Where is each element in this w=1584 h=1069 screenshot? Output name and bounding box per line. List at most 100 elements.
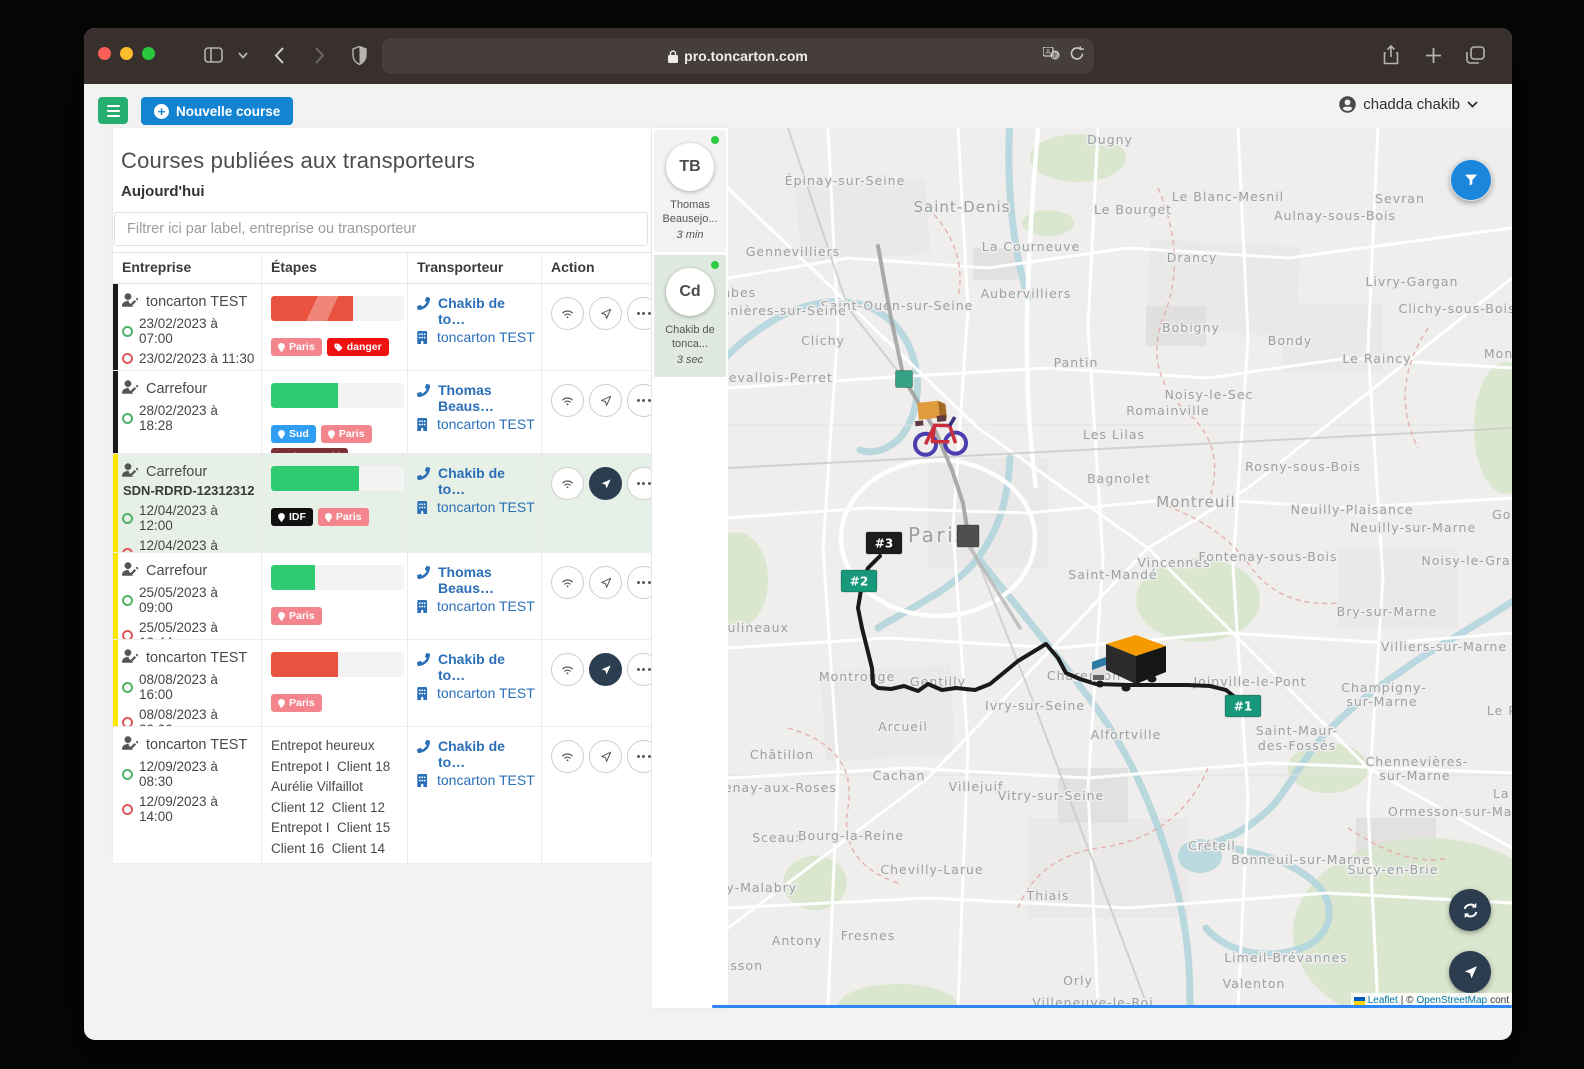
share-icon[interactable] <box>1378 42 1404 68</box>
tracking-signal-button[interactable] <box>551 384 584 417</box>
more-options-button[interactable] <box>627 653 651 686</box>
carrier-phone-link[interactable]: Chakib de to… <box>417 295 535 327</box>
phone-icon <box>417 564 430 582</box>
company-name: Carrefour <box>146 381 207 397</box>
close-window-button[interactable] <box>98 47 111 60</box>
tag-badge: Paris <box>271 694 322 712</box>
course-row[interactable]: CarrefourSDN-RDRD-1231231212/04/2023 à 1… <box>113 454 651 553</box>
tabs-overview-icon[interactable] <box>1462 42 1488 68</box>
user-menu[interactable]: chadda chakib <box>1339 96 1478 113</box>
end-status-icon <box>122 804 133 815</box>
minimize-window-button[interactable] <box>120 47 133 60</box>
company-name: toncarton TEST <box>146 294 247 310</box>
map-town-label: Le Blanc-Mesnil <box>1172 189 1284 204</box>
new-tab-icon[interactable] <box>1420 42 1446 68</box>
map-square-marker[interactable] <box>896 371 913 388</box>
user-icon <box>1339 96 1356 113</box>
map-filter-button[interactable] <box>1450 159 1492 201</box>
course-date: 12/09/2023 à 08:30 <box>122 759 255 789</box>
tag-badge: Sud <box>271 425 316 443</box>
navigate-button[interactable] <box>589 740 622 773</box>
stop-marker-3[interactable]: #3 <box>866 532 902 554</box>
map-square-marker[interactable] <box>957 525 979 547</box>
driver-eta: 3 min <box>654 229 726 241</box>
reload-icon[interactable] <box>1070 46 1084 64</box>
map-locate-button[interactable] <box>1449 951 1491 993</box>
chevron-down-icon[interactable] <box>230 42 256 68</box>
more-options-button[interactable] <box>627 467 651 500</box>
map-town-label: Le Bourget <box>1094 202 1172 217</box>
start-status-icon <box>122 413 133 424</box>
map-town-label: Saint-Maur- <box>1256 723 1339 738</box>
navigate-button[interactable] <box>589 653 622 686</box>
map-town-label: Montreuil <box>1156 493 1235 511</box>
more-options-button[interactable] <box>627 740 651 773</box>
course-reference: SDN-RDRD-12312312 <box>123 483 255 498</box>
address-bar[interactable]: pro.toncarton.com Aあ <box>382 38 1094 74</box>
map-town-label: Le Pless <box>1487 703 1512 718</box>
map-town-label: La Courneuve <box>982 239 1080 254</box>
carrier-phone-link[interactable]: Chakib de to… <box>417 651 535 683</box>
course-row[interactable]: Carrefour28/02/2023 à 18:28SudParis❄surg… <box>113 371 651 454</box>
cell-action <box>542 371 651 453</box>
privacy-shield-icon[interactable] <box>346 42 372 68</box>
maximize-window-button[interactable] <box>142 47 155 60</box>
sidebar-toggle-icon[interactable] <box>200 42 226 68</box>
translate-icon[interactable]: Aあ <box>1043 47 1060 63</box>
course-row[interactable]: toncarton TEST12/09/2023 à 08:3012/09/20… <box>113 727 651 864</box>
driver-card[interactable]: CdChakib detonca...3 sec <box>654 255 726 377</box>
back-button[interactable] <box>266 42 292 68</box>
tracking-signal-button[interactable] <box>551 653 584 686</box>
carrier-company-link[interactable]: toncarton TEST <box>417 329 535 347</box>
more-options-button[interactable] <box>627 297 651 330</box>
navigate-button[interactable] <box>589 384 622 417</box>
navigate-button[interactable] <box>589 467 622 500</box>
map-town-label: Montfern <box>1484 346 1512 361</box>
map-town-label: Neuilly-sur-Marne <box>1350 520 1476 535</box>
driver-card[interactable]: TBThomasBeausejo...3 min <box>654 130 726 252</box>
stop-marker-2[interactable]: #2 <box>841 570 877 592</box>
course-row[interactable]: Carrefour25/05/2023 à 09:0025/05/2023 à … <box>113 553 651 640</box>
cell-transporteur: Chakib de to… toncarton TEST <box>408 284 542 370</box>
navigate-button[interactable] <box>589 566 622 599</box>
carrier-company-link[interactable]: toncarton TEST <box>417 416 535 434</box>
tag-badge: ❄surgelé <box>271 448 348 453</box>
course-row[interactable]: toncarton TEST08/08/2023 à 16:0008/08/20… <box>113 640 651 727</box>
carrier-company-link[interactable]: toncarton TEST <box>417 772 535 790</box>
progress-bar <box>271 565 404 590</box>
tracking-signal-button[interactable] <box>551 566 584 599</box>
carrier-company-link[interactable]: toncarton TEST <box>417 598 535 616</box>
map-refresh-button[interactable] <box>1449 889 1491 931</box>
map[interactable]: Épinay-sur-SeineDugnySaint-DenisLe Bourg… <box>728 128 1512 1008</box>
carrier-company-link[interactable]: toncarton TEST <box>417 499 535 517</box>
map-town-label: Levallois-Perret <box>728 370 833 385</box>
carrier-phone-link[interactable]: Thomas Beaus… <box>417 382 535 414</box>
col-etapes: Étapes <box>262 253 408 283</box>
course-row[interactable]: toncarton TEST23/02/2023 à 07:0023/02/20… <box>113 284 651 371</box>
more-options-button[interactable] <box>627 566 651 599</box>
carrier-company-link[interactable]: toncarton TEST <box>417 685 535 703</box>
course-date: 23/02/2023 à 11:30 <box>122 351 255 366</box>
forward-button[interactable] <box>306 42 332 68</box>
filter-input[interactable] <box>114 212 648 246</box>
navigate-button[interactable] <box>589 297 622 330</box>
carrier-phone-link[interactable]: Thomas Beaus… <box>417 564 535 596</box>
new-course-button[interactable]: + Nouvelle course <box>141 97 293 125</box>
row-accent-stripe <box>113 640 118 726</box>
tag-badge: danger <box>327 338 389 356</box>
more-options-button[interactable] <box>627 384 651 417</box>
start-status-icon <box>122 326 133 337</box>
building-icon <box>417 416 429 434</box>
company-name: Carrefour <box>146 464 207 480</box>
driver-eta: 3 sec <box>654 354 726 366</box>
carrier-phone-link[interactable]: Chakib de to… <box>417 738 535 770</box>
tracking-signal-button[interactable] <box>551 740 584 773</box>
menu-button[interactable] <box>98 97 128 124</box>
tracking-signal-button[interactable] <box>551 467 584 500</box>
map-town-label: Drancy <box>1167 250 1218 265</box>
carrier-phone-link[interactable]: Chakib de to… <box>417 465 535 497</box>
map-town-label: Clichy <box>801 333 845 348</box>
stop-marker-1[interactable]: #1 <box>1225 695 1261 717</box>
tracking-signal-button[interactable] <box>551 297 584 330</box>
cell-etapes: Entrepot heureux Entrepot I Client 18 Au… <box>262 727 408 863</box>
